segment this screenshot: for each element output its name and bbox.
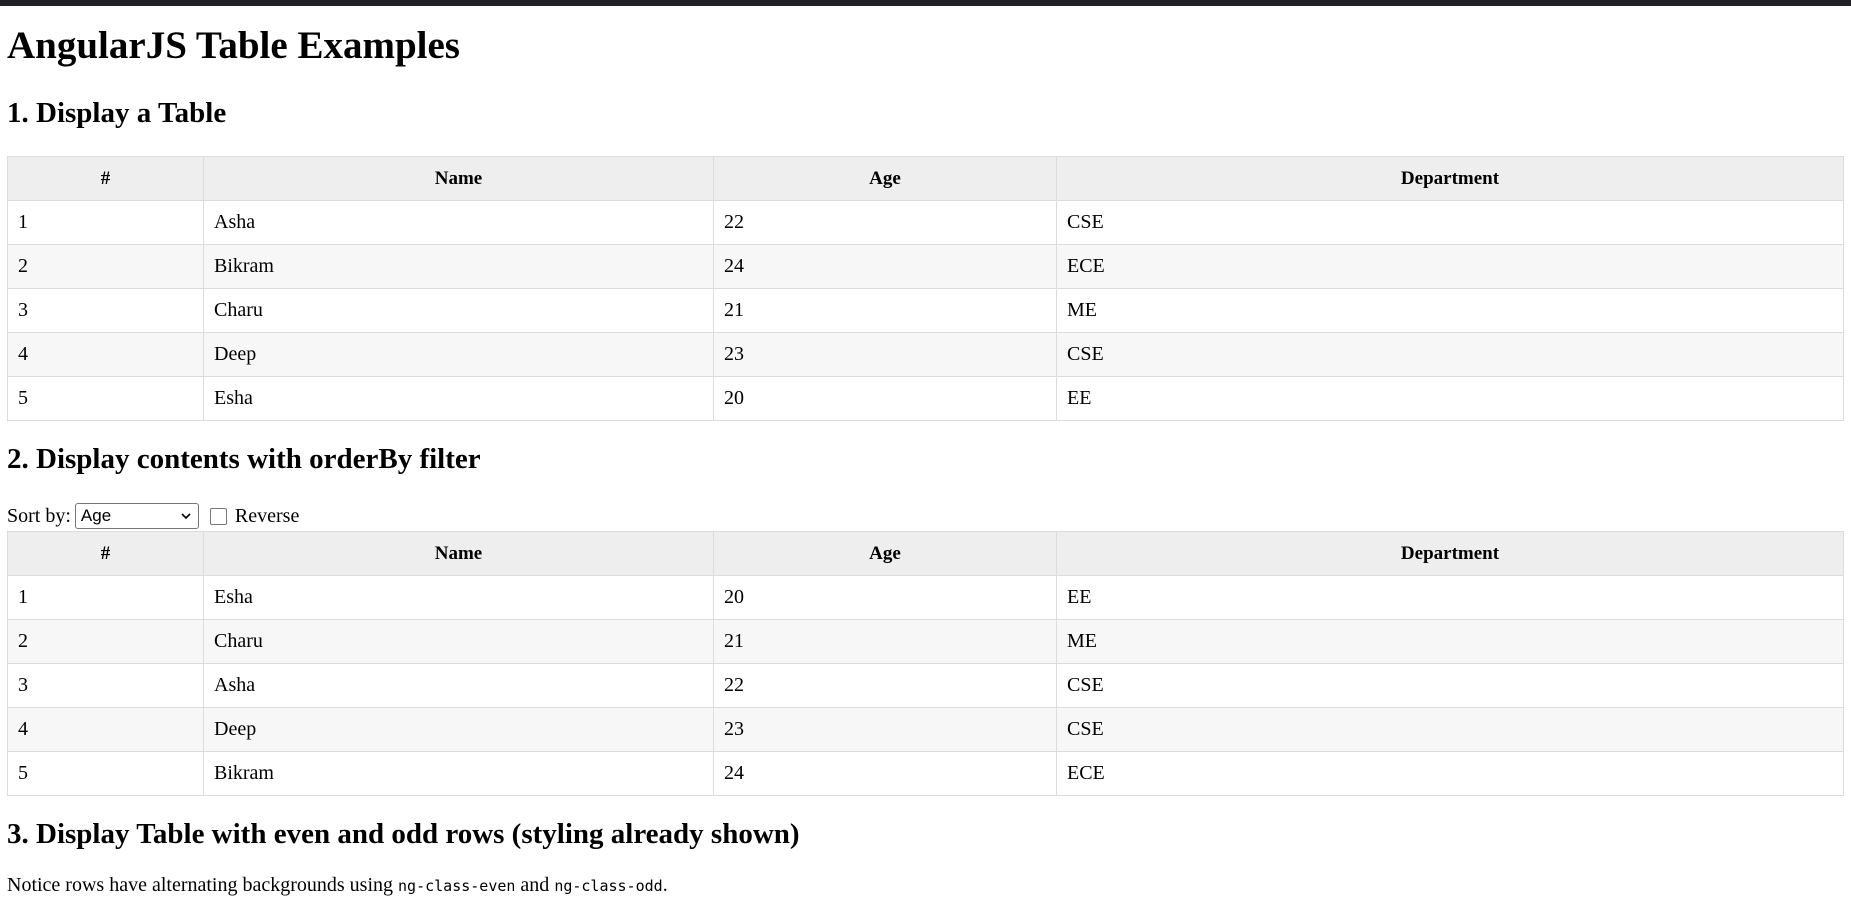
cell-department: ME [1056, 619, 1844, 664]
note-prefix: Notice rows have alternating backgrounds… [7, 874, 399, 896]
rows-styling-note: Notice rows have alternating backgrounds… [7, 874, 1843, 897]
table-row: 4 Deep 23 CSE [7, 332, 1844, 377]
cell-index: 4 [7, 707, 204, 752]
cell-index: 5 [7, 751, 204, 796]
cell-index: 2 [7, 619, 204, 664]
cell-name: Deep [203, 332, 714, 377]
section-2-heading: 2. Display contents with orderBy filter [7, 443, 481, 475]
cell-name: Deep [203, 707, 714, 752]
column-header-age: Age [713, 531, 1057, 576]
cell-age: 24 [713, 244, 1057, 289]
column-header-name: Name [203, 156, 714, 201]
section-3-heading: 3. Display Table with even and odd rows … [7, 818, 800, 850]
code-ng-class-odd: ng-class-odd [554, 877, 663, 895]
column-header-department: Department [1056, 156, 1844, 201]
cell-index: 2 [7, 244, 204, 289]
table-row: 1 Esha 20 EE [7, 575, 1844, 620]
table-row: 2 Bikram 24 ECE [7, 244, 1844, 289]
table-row: 3 Charu 21 ME [7, 288, 1844, 333]
table-header-row: # Name Age Department [7, 531, 1844, 576]
sort-by-label: Sort by: [7, 504, 71, 527]
cell-department: CSE [1056, 332, 1844, 377]
cell-index: 1 [7, 575, 204, 620]
cell-index: 5 [7, 376, 204, 421]
note-suffix: . [662, 874, 668, 896]
cell-department: ECE [1056, 751, 1844, 796]
cell-age: 22 [713, 663, 1057, 708]
sorted-employees-table: # Name Age Department 1 Esha 20 EE 2 Cha… [7, 531, 1844, 796]
cell-name: Bikram [203, 751, 714, 796]
sort-by-selected-value: Age [80, 506, 112, 525]
table-row: 1 Asha 22 CSE [7, 200, 1844, 245]
table-row: 3 Asha 22 CSE [7, 663, 1844, 708]
cell-name: Charu [203, 619, 714, 664]
cell-age: 22 [713, 200, 1057, 245]
cell-age: 23 [713, 332, 1057, 377]
column-header-index: # [7, 531, 204, 576]
cell-index: 3 [7, 288, 204, 333]
column-header-name: Name [203, 531, 714, 576]
cell-age: 23 [713, 707, 1057, 752]
cell-name: Asha [203, 663, 714, 708]
cell-age: 20 [713, 376, 1057, 421]
cell-department: CSE [1056, 200, 1844, 245]
table-row: 4 Deep 23 CSE [7, 707, 1844, 752]
cell-name: Charu [203, 288, 714, 333]
cell-age: 24 [713, 751, 1057, 796]
cell-age: 21 [713, 619, 1057, 664]
cell-name: Bikram [203, 244, 714, 289]
cell-index: 4 [7, 332, 204, 377]
cell-age: 21 [713, 288, 1057, 333]
cell-name: Esha [203, 575, 714, 620]
code-ng-class-even: ng-class-even [398, 877, 516, 895]
cell-department: CSE [1056, 707, 1844, 752]
chevron-down-icon [181, 513, 191, 520]
cell-department: ME [1056, 288, 1844, 333]
employees-table: # Name Age Department 1 Asha 22 CSE 2 Bi… [7, 156, 1844, 421]
cell-department: CSE [1056, 663, 1844, 708]
column-header-department: Department [1056, 531, 1844, 576]
column-header-index: # [7, 156, 204, 201]
cell-department: EE [1056, 376, 1844, 421]
sort-controls: Sort by: Age Reverse [7, 501, 1843, 531]
note-mid: and [515, 874, 555, 896]
cell-age: 20 [713, 575, 1057, 620]
column-header-age: Age [713, 156, 1057, 201]
sort-by-select[interactable]: Age [74, 503, 199, 529]
table-row: 2 Charu 21 ME [7, 619, 1844, 664]
cell-department: ECE [1056, 244, 1844, 289]
page-title: AngularJS Table Examples [7, 24, 460, 67]
table-row: 5 Bikram 24 ECE [7, 751, 1844, 796]
reverse-checkbox[interactable] [209, 507, 227, 525]
cell-index: 1 [7, 200, 204, 245]
table-row: 5 Esha 20 EE [7, 376, 1844, 421]
reverse-label[interactable]: Reverse [235, 505, 299, 528]
cell-name: Esha [203, 376, 714, 421]
cell-department: EE [1056, 575, 1844, 620]
cell-index: 3 [7, 663, 204, 708]
cell-name: Asha [203, 200, 714, 245]
page-content: AngularJS Table Examples 1. Display a Ta… [7, 6, 1844, 897]
section-1-heading: 1. Display a Table [7, 97, 227, 129]
table-header-row: # Name Age Department [7, 156, 1844, 201]
